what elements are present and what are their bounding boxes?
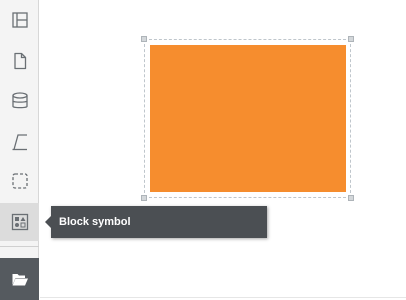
page-icon	[10, 51, 30, 71]
tooltip-text: Block symbol	[59, 216, 131, 228]
orange-rectangle-shape[interactable]	[150, 45, 346, 192]
app-window: Block symbol	[0, 0, 406, 300]
selection-region-tool-button[interactable]	[0, 162, 39, 200]
resize-handle-bottom-right[interactable]	[348, 195, 354, 201]
angle-line-tool-button[interactable]	[0, 123, 39, 161]
page-tool-button[interactable]	[0, 42, 39, 80]
layout-icon	[10, 10, 30, 30]
resize-handle-top-left[interactable]	[141, 36, 147, 42]
tooltip: Block symbol	[45, 206, 267, 238]
resize-handle-bottom-left[interactable]	[141, 195, 147, 201]
sidebar-divider	[0, 246, 39, 247]
angle-line-icon	[10, 132, 30, 152]
open-folder-button[interactable]	[0, 258, 39, 300]
database-icon	[10, 91, 30, 111]
resize-handle-top-right[interactable]	[348, 36, 354, 42]
selection-region-icon	[10, 171, 30, 191]
tool-sidebar	[0, 0, 39, 300]
folder-open-icon	[10, 269, 30, 289]
block-symbol-icon	[10, 212, 30, 232]
database-tool-button[interactable]	[0, 82, 39, 120]
block-symbol-tool-button[interactable]	[0, 203, 39, 241]
canvas-divider	[40, 297, 406, 298]
layout-tool-button[interactable]	[0, 1, 39, 39]
